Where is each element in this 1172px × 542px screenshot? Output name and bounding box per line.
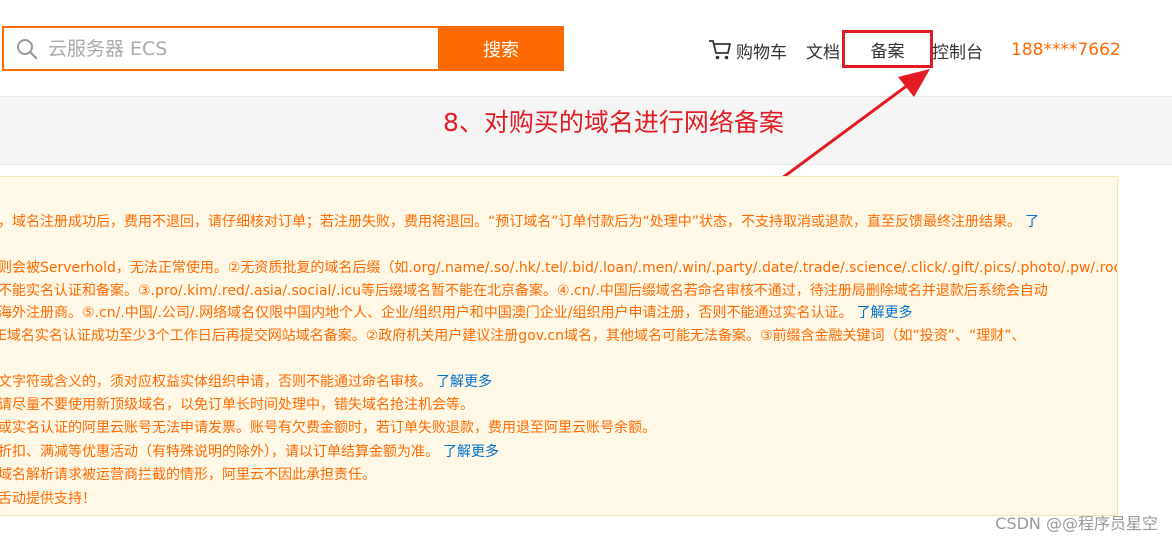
notice-line: 折扣、满减等优惠活动（有特殊说明的除外），请以订单结算金额为准。 了解更多	[0, 441, 499, 461]
notice-line: 舌动提供支持！	[0, 488, 96, 508]
learn-more-link[interactable]: 了解更多	[443, 444, 499, 460]
search-input[interactable]	[48, 28, 428, 69]
notice-line: 海外注册商。⑤.cn/.中国/.公司/.网络域名仅限中国内地个人、企业/组织用户…	[0, 302, 913, 322]
notice-text: 舌动提供支持！	[0, 491, 96, 507]
notice-line: 文字符或含义的，须对应权益实体组织申请，否则不能通过命名审核。 了解更多	[0, 371, 492, 391]
notice-line: 或实名认证的阿里云账号无法申请发票。账号有欠费金额时，若订单失败退款，费用退至阿…	[0, 417, 656, 437]
learn-more-link[interactable]: 了	[1025, 214, 1039, 230]
notice-line: 域名解析请求被运营商拦截的情形，阿里云不因此承担责任。	[0, 464, 376, 484]
notice-panel: ，域名注册成功后，费用不退回，请仔细核对订单；若注册失败，费用将退回。“预订域名…	[0, 176, 1118, 516]
notice-text: 海外注册商。⑤.cn/.中国/.公司/.网络域名仅限中国内地个人、企业/组织用户…	[0, 305, 853, 321]
notice-line: ，域名注册成功后，费用不退回，请仔细核对订单；若注册失败，费用将退回。“预订域名…	[0, 211, 1039, 231]
notice-line: 请尽量不要使用新顶级域名，以免订单长时间处理中，错失域名抢注机会等。	[0, 394, 474, 414]
notice-text: 则会被Serverhold，无法正常使用。②无资质批复的域名后缀（如.org/.…	[0, 260, 1118, 276]
search-button[interactable]: 搜索	[438, 26, 564, 71]
notice-text: ，域名注册成功后，费用不退回，请仔细核对订单；若注册失败，费用将退回。“预订域名…	[0, 214, 1022, 230]
notice-text: 或实名认证的阿里云账号无法申请发票。账号有欠费金额时，若订单失败退款，费用退至阿…	[0, 420, 656, 436]
notice-text: 请尽量不要使用新顶级域名，以免订单长时间处理中，错失域名抢注机会等。	[0, 397, 474, 413]
learn-more-link[interactable]: 了解更多	[857, 305, 913, 321]
learn-more-link[interactable]: 了解更多	[436, 374, 492, 390]
notice-text: 文字符或含义的，须对应权益实体组织申请，否则不能通过命名审核。	[0, 374, 432, 390]
annotation-text: 8、对购买的域名进行网络备案	[443, 108, 784, 137]
cart-icon	[709, 40, 731, 60]
search-icon	[17, 39, 38, 60]
notice-text: 折扣、满减等优惠活动（有特殊说明的除外），请以订单结算金额为准。	[0, 444, 439, 460]
notice-line: 不能实名认证和备案。③.pro/.kim/.red/.asia/.social/…	[0, 280, 1048, 300]
notice-text: E域名实名认证成功至少3个工作日后再提交网站域名备案。②政府机关用户建议注册go…	[0, 328, 1026, 344]
watermark: CSDN @@程序员星空	[995, 514, 1158, 533]
nav-user-phone[interactable]: 188****7662	[1011, 36, 1121, 64]
notice-line: E域名实名认证成功至少3个工作日后再提交网站域名备案。②政府机关用户建议注册go…	[0, 325, 1026, 345]
top-header: 搜索 购物车 文档 备案 控制台 188****7662	[0, 0, 1172, 97]
notice-line: 则会被Serverhold，无法正常使用。②无资质批复的域名后缀（如.org/.…	[0, 257, 1118, 277]
notice-text: 域名解析请求被运营商拦截的情形，阿里云不因此承担责任。	[0, 467, 376, 483]
notice-text: 不能实名认证和备案。③.pro/.kim/.red/.asia/.social/…	[0, 283, 1048, 299]
search-box[interactable]	[2, 26, 438, 71]
